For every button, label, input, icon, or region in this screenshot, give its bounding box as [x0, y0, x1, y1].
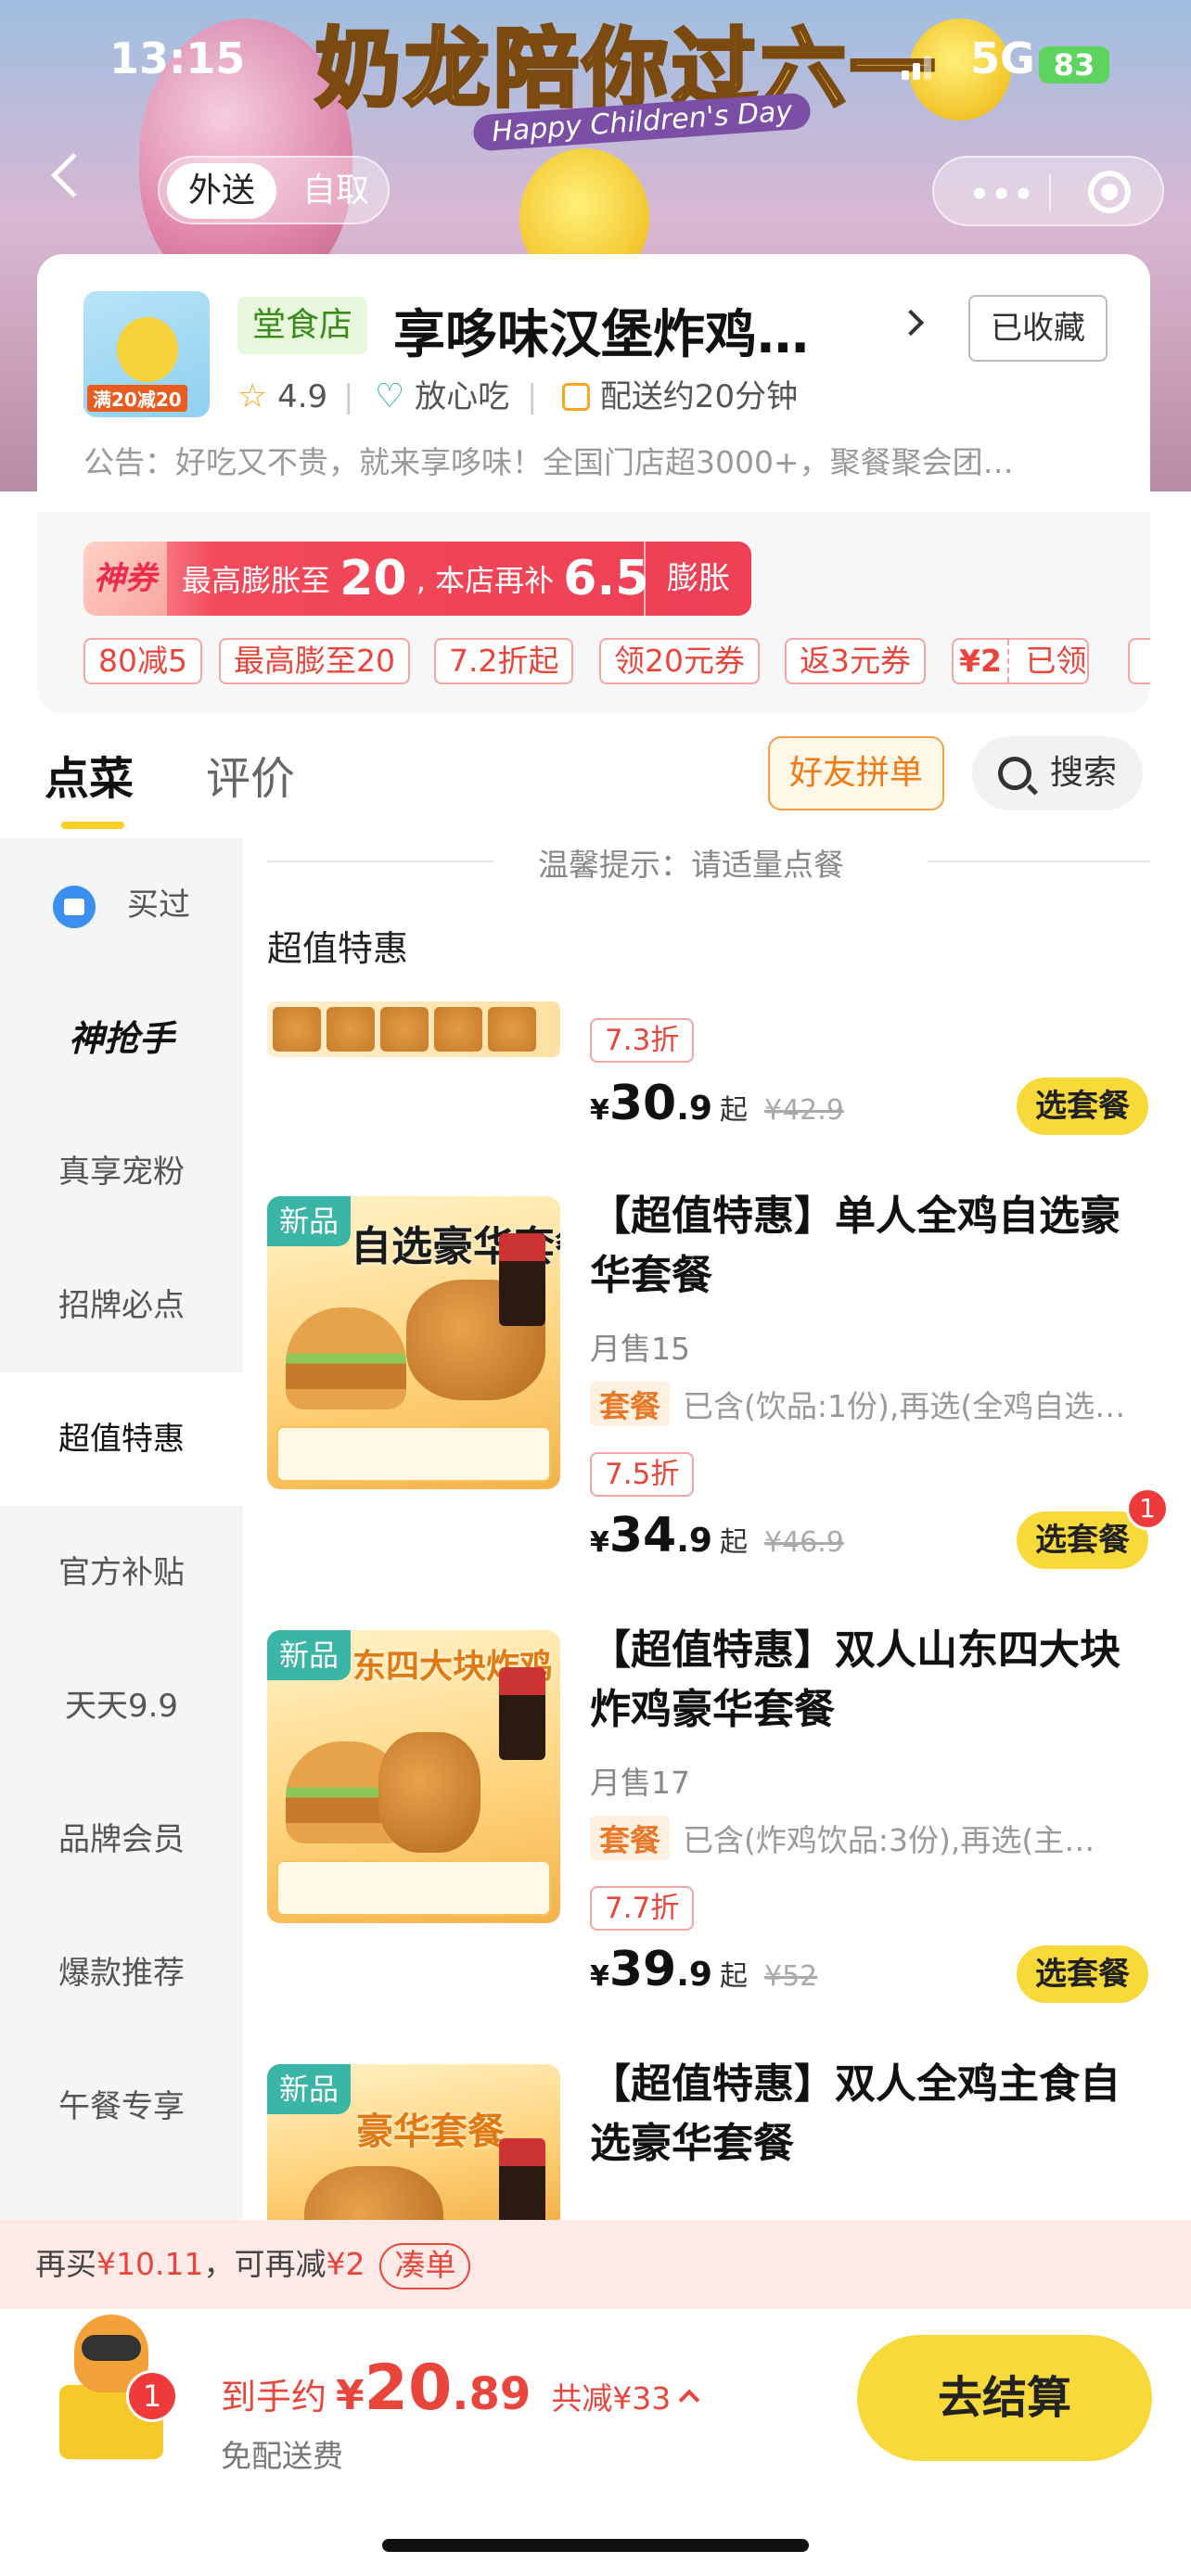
product-price: ¥39.9 起 ¥52 [590, 1942, 818, 1997]
active-tab-indicator [61, 822, 124, 829]
product-name[interactable]: 【超值特惠】双人全鸡主食自选豪华套餐 [590, 2055, 1146, 2174]
coupon-tag: 神券 [83, 542, 167, 616]
shop-logo: 满20减20 [83, 291, 210, 417]
safe-eat: ♡ 放心吃 [375, 376, 509, 417]
shop-card: 满20减20 堂食店 享哆味汉堡炸鸡… 已收藏 ☆ 4.9 | ♡ 放心吃 | … [37, 254, 1150, 714]
product-price: ¥30.9 起 ¥42.9 [590, 1076, 844, 1131]
delivery-time-label: 配送约20分钟 [599, 378, 799, 415]
sidebar-item-bought[interactable]: 买过 [0, 838, 243, 972]
safe-eat-label: 放心吃 [415, 378, 510, 415]
category-title: 超值特惠 [267, 928, 409, 969]
divider: | [343, 378, 354, 415]
search-icon [998, 757, 1031, 790]
delivery-time: 配送约20分钟 [562, 376, 798, 417]
category-sidebar: 买过 神抢手 真享宠粉 招牌必点 超值特惠 官方补贴 天天9.9 品牌会员 爆款… [0, 838, 243, 2220]
divider [267, 861, 493, 862]
original-price: ¥46.9 [763, 1526, 844, 1559]
coupon-extra: 6.5 [563, 551, 649, 606]
claimed-coupon[interactable]: ¥2 已领 [952, 638, 1089, 684]
chevron-up-icon[interactable] [678, 2389, 700, 2411]
chevron-right-icon[interactable] [897, 309, 925, 337]
coupon-chip[interactable]: 80减5 [83, 638, 202, 684]
coupon-text: 最高膨胀至 20 , 本店再补 6.5 [182, 551, 649, 606]
add-more-button[interactable]: 凑单 [379, 2242, 471, 2289]
sidebar-item-signature[interactable]: 招牌必点 [0, 1239, 243, 1372]
new-badge: 新品 [267, 1196, 351, 1246]
rebuy-tip-bar: 再买¥10.11，可再减¥2 凑单 [0, 2220, 1191, 2309]
favorite-button[interactable]: 已收藏 [968, 295, 1108, 362]
star-icon: ☆ [237, 377, 268, 415]
tab-delivery[interactable]: 外送 [167, 163, 276, 219]
sidebar-item-flash-deals[interactable]: 神抢手 [0, 972, 243, 1105]
rating-value: 4.9 [277, 378, 328, 415]
coupon-max: 20 [339, 551, 407, 606]
shop-name[interactable]: 享哆味汉堡炸鸡… [393, 293, 809, 368]
monthly-sales: 月售17 [590, 1765, 690, 1801]
search-label: 搜索 [1050, 754, 1118, 792]
sidebar-item-value-deals[interactable]: 超值特惠 [0, 1372, 243, 1506]
discount-tag: 7.7折 [590, 1886, 695, 1931]
discount-tag: 7.5折 [590, 1452, 695, 1497]
status-time: 13:15 [109, 33, 246, 83]
battery-icon: 83 [1039, 46, 1109, 83]
delivery-fee: 免配送费 [221, 2438, 343, 2474]
tab-reviews[interactable]: 评价 [206, 742, 295, 807]
heart-icon: ♡ [375, 377, 405, 415]
set-description: 套餐 已含(炸鸡饮品:3份),再选(主… [590, 1816, 1146, 1860]
signal-icon [902, 52, 942, 80]
sidebar-item-lunch[interactable]: 午餐专享 [0, 2040, 243, 2174]
order-type-switch[interactable]: 外送 自取 [158, 156, 390, 224]
set-description: 套餐 已含(饮品:1份),再选(全鸡自选… [590, 1382, 1146, 1426]
monthly-sales: 月售15 [590, 1331, 690, 1367]
coupon-chip[interactable]: 返3元券 [785, 638, 926, 684]
home-indicator[interactable] [382, 2539, 809, 2552]
tab-pickup[interactable]: 自取 [289, 163, 382, 219]
image-caption: 豪华套餐 [356, 2111, 505, 2153]
rating: ☆ 4.9 [237, 376, 327, 417]
network-type: 5G [970, 33, 1035, 83]
select-set-button[interactable]: 选套餐 [1017, 1078, 1148, 1135]
product-name[interactable]: 【超值特惠】单人全鸡自选豪华套餐 [590, 1187, 1146, 1306]
dine-in-tag: 堂食店 [237, 297, 368, 354]
coupon-chip[interactable]: 7.2折起 [434, 638, 574, 684]
product-price: ¥34.9 起 ¥46.9 [590, 1508, 844, 1563]
original-price: ¥52 [763, 1960, 818, 1993]
product-name[interactable]: 【超值特惠】双人山东四大块炸鸡豪华套餐 [590, 1621, 1146, 1740]
sidebar-item-members[interactable]: 品牌会员 [0, 1773, 243, 1906]
original-price: ¥42.9 [763, 1094, 844, 1127]
coupon-chip[interactable]: 领20元券 [599, 638, 760, 684]
total-saved: 共减¥33 [551, 2380, 672, 2417]
more-icon[interactable]: ••• [969, 176, 1035, 213]
cart-total[interactable]: 到手约 ¥20.89 共减¥33 [221, 2352, 700, 2425]
coupon-chip[interactable]: 最高膨至20 [219, 638, 410, 684]
new-badge: 新品 [267, 1630, 351, 1680]
divider: | [527, 378, 538, 415]
item-count-badge: 1 [1126, 1487, 1169, 1530]
shop-notice[interactable]: 公告：好吃又不贵，就来享哆味！全国门店超3000+，聚餐聚会团… [83, 438, 1122, 482]
inflate-button[interactable]: 膨胀 [644, 542, 751, 616]
menu-tip: 温馨提示：请适量点餐 [538, 847, 844, 883]
sidebar-item-subsidy[interactable]: 官方补贴 [0, 1506, 243, 1639]
sidebar-item-fan-favorites[interactable]: 真享宠粉 [0, 1105, 243, 1239]
product-image[interactable] [267, 1001, 560, 1057]
tab-order[interactable]: 点菜 [45, 742, 134, 807]
coupon-banner[interactable]: 神券 最高膨胀至 20 , 本店再补 6.5 膨胀 [83, 542, 751, 616]
divider [928, 861, 1150, 862]
clock-icon [562, 383, 590, 411]
sidebar-item-hot[interactable]: 爆款推荐 [0, 1906, 243, 2040]
new-badge: 新品 [267, 2064, 351, 2114]
sidebar-item-daily-99[interactable]: 天天9.9 [0, 1639, 243, 1773]
checkout-button[interactable]: 去结算 [857, 2335, 1152, 2461]
logo-promo: 满20减20 [87, 385, 187, 412]
discount-tag: 7.3折 [590, 1018, 695, 1063]
miniapp-capsule: ••• [932, 156, 1164, 226]
select-set-button[interactable]: 选套餐 [1017, 1945, 1148, 2003]
bag-icon [53, 885, 96, 928]
cart-count-badge: 1 [126, 2370, 178, 2422]
search-button[interactable]: 搜索 [972, 736, 1143, 810]
duck-logo-icon [117, 317, 178, 382]
close-miniapp-icon[interactable] [1088, 171, 1131, 213]
coupon-chip-overflow [1128, 638, 1150, 684]
group-order-button[interactable]: 好友拼单 [768, 736, 944, 810]
